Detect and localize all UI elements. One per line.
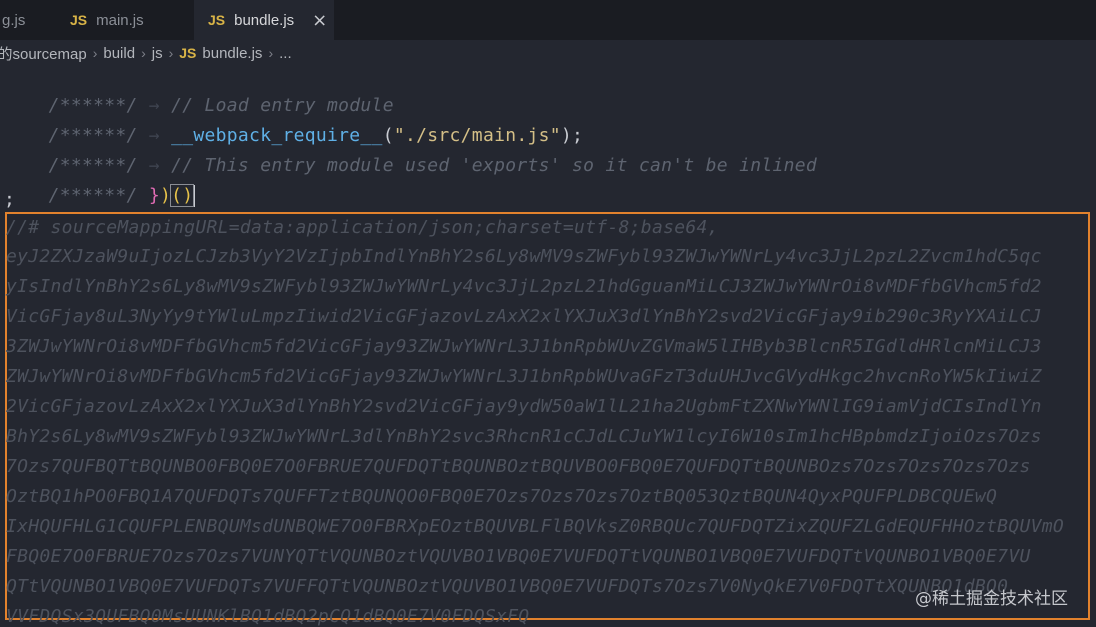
- js-file-icon: JS: [208, 12, 226, 28]
- chevron-right-icon: ›: [92, 45, 98, 61]
- chevron-right-icon: ›: [141, 45, 146, 61]
- base64-line: yIsIndlYnBhY2s6Ly8wMV9sZWFybl93ZWJwYWNrL…: [6, 276, 1042, 297]
- chevron-right-icon: ›: [168, 45, 174, 61]
- js-file-icon: JS: [179, 45, 197, 61]
- paren: ): [159, 185, 172, 206]
- tab-bundle-js[interactable]: JS bundle.js ×: [194, 0, 334, 40]
- breadcrumb-item-js[interactable]: js: [152, 45, 163, 62]
- code-line: /******/ })(): [4, 154, 196, 207]
- base64-line: 7Ozs7QUFBQTtBQUNBO0FBQ0E7O0FBRUE7QUFDQTt…: [6, 456, 1031, 477]
- code-line: /******/ → // This entry module used 'ex…: [4, 124, 817, 176]
- code-editor[interactable]: /******/ → // Load entry module /******/…: [0, 66, 1096, 627]
- paren-pair: (): [170, 184, 195, 207]
- base64-line: 3ZWJwYWNrOi8vMDFfbGVhcm5fd2VicGFjay93ZWJ…: [6, 336, 1042, 357]
- tab-label: g.js: [2, 11, 26, 29]
- tab-main-js[interactable]: JS main.js: [56, 0, 192, 40]
- base64-line: OztBQ1hPO0FBQ1A7QUFDQTs7QUFFTztBQUNQO0FB…: [6, 486, 998, 507]
- js-file-icon: JS: [70, 12, 88, 28]
- tab-g-js[interactable]: g.js: [0, 0, 46, 40]
- text-cursor: [193, 185, 196, 207]
- close-icon[interactable]: ×: [312, 10, 327, 31]
- base64-line: FBQ0E7O0FBRUE7Ozs7Ozs7VUNYQTtVQUNBOztVQU…: [6, 546, 1031, 567]
- watermark: @稀土掘金技术社区: [915, 589, 1068, 609]
- code-line: /******/ → __webpack_require__("./src/ma…: [4, 94, 583, 146]
- breadcrumb-item-folder[interactable]: k的sourcemap: [0, 43, 87, 64]
- base64-line: BhY2s6Ly8wMV9sZWFybl93ZWJwYWNrL3dlYnBhY2…: [6, 426, 1042, 447]
- breadcrumb-item-build[interactable]: build: [103, 45, 135, 62]
- sourcemap-comment: //# sourceMappingURL=data:application/js…: [6, 217, 719, 238]
- breadcrumb-trail[interactable]: ...: [279, 45, 292, 62]
- base64-line: 2VicGFjazovLzAxX2xlYXJuX3dlYnBhY2svd2Vic…: [6, 396, 1042, 417]
- base64-line: IxHQUFHLG1CQUFPLENBQUMsdUNBQWE7O0FBRXpEO…: [6, 516, 1065, 537]
- base64-line: ZWJwYWNrOi8vMDFfbGVhcm5fd2VicGFjay93ZWJw…: [6, 366, 1042, 387]
- base64-line: eyJ2ZXJzaW9uIjozLCJzb3VyY2VzIjpbIndlYnBh…: [6, 246, 1042, 267]
- tab-label: bundle.js: [234, 11, 295, 29]
- code-comment: // This entry module used 'exports' so i…: [171, 155, 818, 176]
- comment-prefix: /******/: [48, 185, 138, 206]
- editor-tab-bar: g.js JS main.js JS bundle.js ×: [0, 0, 1096, 41]
- base64-line: VicGFjay8uL3NyYy9tYWluLmpzIiwid2VicGFjaz…: [6, 306, 1042, 327]
- brace: }: [148, 185, 160, 206]
- breadcrumb-item-file[interactable]: bundle.js: [202, 45, 262, 62]
- base64-line: VVFDQSx3QUFBQ0MsUUNKlBQ1dBQ2pCQ1dBQ0E7V0…: [6, 606, 530, 627]
- breadcrumb: k的sourcemap › build › js › JS bundle.js …: [0, 40, 1096, 66]
- chevron-right-icon: ›: [268, 45, 274, 61]
- code-line: /******/ → // Load entry module: [4, 66, 394, 116]
- base64-line: QTtVQUNBO1VBQ0E7VUFDQTs7VUFFQTtVQUNBOztV…: [6, 576, 1009, 597]
- tab-label: main.js: [96, 11, 144, 29]
- code-line: ;: [4, 189, 16, 210]
